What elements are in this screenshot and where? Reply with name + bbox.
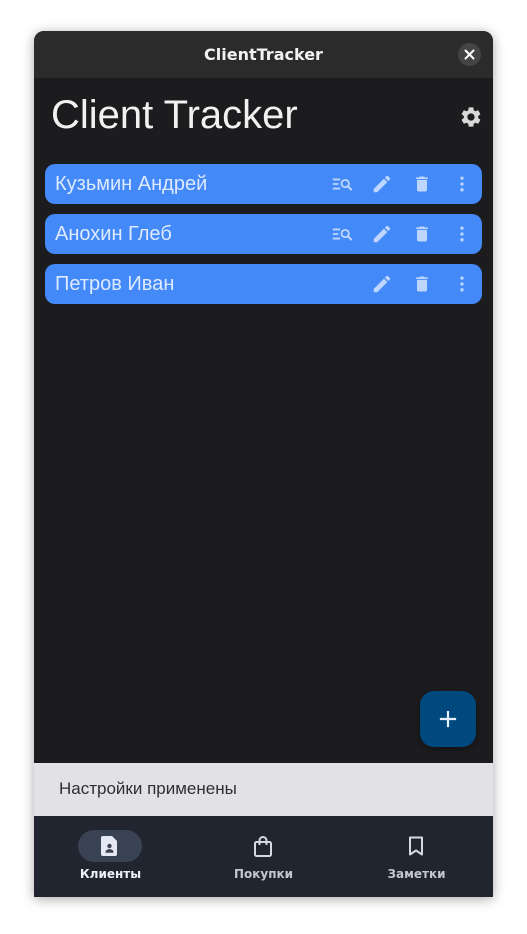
client-list: Кузьмин Андрей Анохин Глеб Петров Иван (45, 164, 482, 314)
plus-icon (439, 710, 457, 728)
shopping-bag-icon (254, 835, 272, 857)
client-name: Кузьмин Андрей (55, 173, 208, 195)
view-purchases-button[interactable] (322, 164, 362, 204)
more-vert-icon (460, 276, 464, 292)
window-title: ClientTracker (204, 45, 323, 64)
settings-button[interactable] (459, 105, 483, 129)
edit-button[interactable] (362, 164, 402, 204)
client-item[interactable]: Кузьмин Андрей (45, 164, 482, 204)
edit-icon (373, 275, 391, 293)
snackbar: Настройки применены (34, 763, 493, 816)
more-vert-icon (460, 226, 464, 242)
client-actions (362, 264, 482, 304)
gear-icon (461, 107, 481, 127)
search-list-icon (332, 178, 353, 191)
nav-label: Покупки (233, 867, 294, 881)
delete-icon (416, 226, 428, 242)
delete-button[interactable] (402, 164, 442, 204)
nav-label: Клиенты (79, 867, 142, 881)
client-name: Петров Иван (55, 273, 175, 295)
client-item[interactable]: Петров Иван (45, 264, 482, 304)
nav-item-notes[interactable]: Заметки (340, 816, 493, 897)
delete-button[interactable] (402, 214, 442, 254)
edit-icon (373, 175, 391, 193)
nav-item-purchases[interactable]: Покупки (187, 816, 340, 897)
close-icon (464, 49, 475, 60)
add-client-button[interactable] (420, 691, 476, 747)
contact-page-icon (101, 836, 117, 856)
nav-item-clients[interactable]: Клиенты (34, 816, 187, 897)
more-vert-icon (460, 176, 464, 192)
bookmark-icon (409, 836, 423, 856)
client-actions (322, 214, 482, 254)
edit-button[interactable] (362, 214, 402, 254)
snackbar-text: Настройки применены (59, 779, 237, 798)
more-options-button[interactable] (442, 164, 482, 204)
delete-icon (416, 276, 428, 292)
nav-icon-container (384, 830, 448, 862)
page-title: Client Tracker (51, 93, 298, 137)
more-options-button[interactable] (442, 264, 482, 304)
delete-icon (416, 176, 428, 192)
edit-button[interactable] (362, 264, 402, 304)
search-list-icon (332, 228, 353, 241)
close-button[interactable] (458, 43, 481, 66)
more-options-button[interactable] (442, 214, 482, 254)
view-purchases-button[interactable] (322, 214, 362, 254)
bottom-navigation: Клиенты Покупки Заметки (34, 816, 493, 897)
client-name: Анохин Глеб (55, 223, 172, 245)
nav-active-indicator (78, 830, 142, 862)
nav-icon-container (231, 830, 295, 862)
client-actions (322, 164, 482, 204)
delete-button[interactable] (402, 264, 442, 304)
client-item[interactable]: Анохин Глеб (45, 214, 482, 254)
app-window: ClientTracker Client Tracker Кузьмин Анд… (34, 31, 493, 897)
edit-icon (373, 225, 391, 243)
window-titlebar[interactable]: ClientTracker (34, 31, 493, 78)
nav-label: Заметки (387, 867, 446, 881)
